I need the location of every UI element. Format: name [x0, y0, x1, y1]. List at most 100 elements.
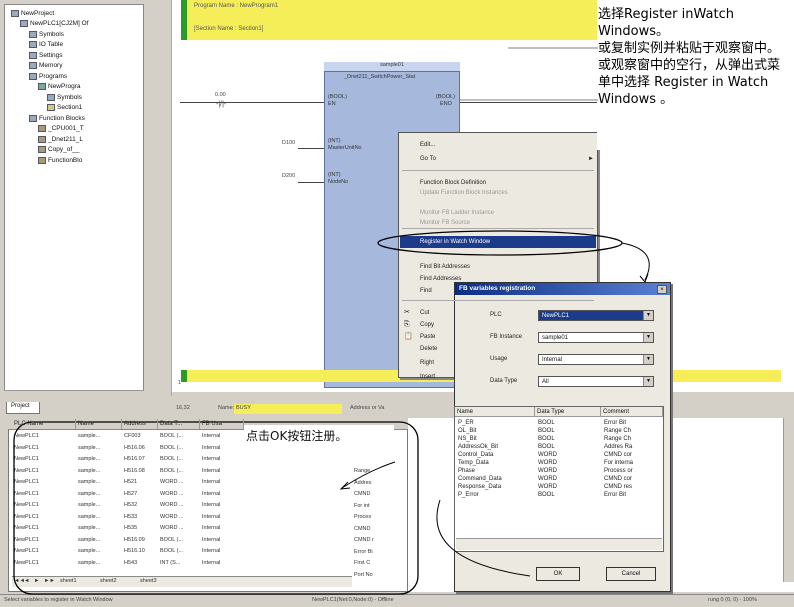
watch-cell[interactable]: NewPLC1 — [14, 547, 39, 555]
watch-cell[interactable]: H516.10 — [124, 547, 145, 555]
watch-cell[interactable]: sample... — [78, 455, 100, 463]
watch-cell[interactable]: NewPLC1 — [14, 478, 39, 486]
watch-cell[interactable]: WORD ... — [160, 501, 184, 509]
sheet-tab[interactable]: sheet1 — [60, 577, 77, 585]
watch-column-header[interactable]: Data T... — [158, 419, 200, 429]
watch-cell[interactable]: Internal — [202, 547, 220, 555]
watch-cell[interactable]: sample... — [78, 547, 100, 555]
list-item-name[interactable]: Temp_Data — [458, 460, 489, 467]
watch-cell[interactable]: WORD ... — [160, 524, 184, 532]
sheet-nav-icon[interactable]: ◄ — [24, 577, 29, 585]
watch-cell[interactable]: NewPLC1 — [14, 490, 39, 498]
watch-cell[interactable]: sample... — [78, 536, 100, 544]
watch-cell[interactable]: H516.07 — [124, 455, 145, 463]
sheet-tab[interactable]: sheet2 — [100, 577, 117, 585]
menu-item[interactable]: Edit... — [420, 140, 435, 150]
list-item-name[interactable]: P_Error — [458, 492, 479, 499]
watch-cell[interactable]: NewPLC1 — [14, 524, 39, 532]
watch-cell[interactable]: CF003 — [124, 432, 141, 440]
watch-cell[interactable]: sample... — [78, 444, 100, 452]
watch-cell[interactable]: BOOL (... — [160, 432, 183, 440]
menu-item[interactable]: Go To — [420, 154, 436, 164]
watch-cell[interactable]: WORD ... — [160, 490, 184, 498]
watch-cell[interactable]: H533 — [124, 513, 137, 521]
menu-separator — [402, 300, 594, 301]
menu-item[interactable]: Function Block Definition — [420, 178, 486, 188]
watch-cell[interactable]: H516.06 — [124, 444, 145, 452]
watch-cell[interactable]: NewPLC1 — [14, 467, 39, 475]
sheet-tab[interactable]: sheet3 — [140, 577, 157, 585]
watch-cell[interactable]: H543 — [124, 559, 137, 567]
list-item-name[interactable]: NS_Bit — [458, 436, 477, 443]
menu-item[interactable]: Insert — [420, 372, 435, 382]
watch-cell[interactable]: sample... — [78, 513, 100, 521]
watch-cell[interactable]: H532 — [124, 501, 137, 509]
watch-cell[interactable]: Internal — [202, 501, 220, 509]
menu-item[interactable]: Paste — [420, 332, 435, 342]
watch-cell[interactable]: BOOL (... — [160, 467, 183, 475]
menu-item[interactable]: Copy — [420, 320, 434, 330]
watch-cell[interactable]: Internal — [202, 432, 220, 440]
watch-cell[interactable]: NewPLC1 — [14, 559, 39, 567]
watch-cell[interactable]: H516.08 — [124, 467, 145, 475]
watch-cell[interactable]: sample... — [78, 559, 100, 567]
menu-item[interactable]: Cut — [420, 308, 429, 318]
list-item-name[interactable]: P_ER — [458, 420, 474, 427]
watch-cell[interactable]: Internal — [202, 467, 220, 475]
list-item-name[interactable]: AddressOk_Bit — [458, 444, 498, 451]
list-item-comment: Range Ch — [604, 436, 632, 442]
list-item-name[interactable]: Control_Data — [458, 452, 493, 459]
watch-cell[interactable]: BOOL (... — [160, 547, 183, 555]
watch-column-header[interactable]: Address — [122, 419, 158, 429]
app-window: NewProject NewPLC1[CJ2M] Of Symbols IO Tabl… — [0, 0, 794, 607]
watch-cell[interactable]: NewPLC1 — [14, 513, 39, 521]
list-item-comment: Range Ch — [604, 428, 632, 434]
watch-cell[interactable]: sample... — [78, 501, 100, 509]
menu-item[interactable]: Delete — [420, 344, 437, 354]
watch-cell[interactable]: Internal — [202, 559, 220, 567]
watch-cell[interactable]: sample... — [78, 490, 100, 498]
watch-comment-cell: Error Bi — [354, 548, 373, 555]
watch-cell[interactable]: WORD ... — [160, 478, 184, 486]
list-item-name[interactable]: OL_Bit — [458, 428, 476, 435]
watch-cell[interactable]: H535 — [124, 524, 137, 532]
menu-item[interactable]: Find Addresses — [420, 274, 461, 284]
watch-cell[interactable]: Internal — [202, 455, 220, 463]
sheet-nav-icon[interactable]: ► — [34, 577, 39, 585]
watch-cell[interactable]: Internal — [202, 536, 220, 544]
list-item-name[interactable]: Response_Data — [458, 484, 501, 491]
watch-cell[interactable]: NewPLC1 — [14, 536, 39, 544]
watch-cell[interactable]: BOOL (... — [160, 444, 183, 452]
watch-cell[interactable]: WORD ... — [160, 513, 184, 521]
watch-cell[interactable]: INT (S... — [160, 559, 180, 567]
watch-column-header[interactable]: Name — [76, 419, 122, 429]
watch-cell[interactable]: sample... — [78, 467, 100, 475]
menu-item: Update Function Block Instances — [420, 190, 508, 196]
watch-cell[interactable]: NewPLC1 — [14, 432, 39, 440]
watch-cell[interactable]: sample... — [78, 432, 100, 440]
menu-item[interactable]: Right — [420, 358, 434, 368]
watch-column-header[interactable]: PLC Name — [12, 419, 76, 429]
watch-cell[interactable]: H527 — [124, 490, 137, 498]
watch-cell[interactable]: Internal — [202, 513, 220, 521]
watch-column-header[interactable]: FB Usa — [200, 419, 244, 429]
watch-cell[interactable]: H521 — [124, 478, 137, 486]
list-item-name[interactable]: Command_Data — [458, 476, 502, 483]
sheet-nav-icon[interactable]: ►► — [44, 577, 55, 585]
list-item-name[interactable]: Phase — [458, 468, 475, 475]
watch-cell[interactable]: H516.09 — [124, 536, 145, 544]
watch-cell[interactable]: Internal — [202, 524, 220, 532]
list-item-comment: CMND cor — [604, 476, 632, 482]
menu-item[interactable]: Find — [420, 286, 432, 296]
menu-item[interactable]: Find Bit Addresses — [420, 262, 470, 272]
watch-cell[interactable]: sample... — [78, 524, 100, 532]
watch-cell[interactable]: NewPLC1 — [14, 501, 39, 509]
watch-cell[interactable]: Internal — [202, 444, 220, 452]
watch-cell[interactable]: BOOL (... — [160, 536, 183, 544]
watch-cell[interactable]: NewPLC1 — [14, 455, 39, 463]
watch-cell[interactable]: BOOL (... — [160, 455, 183, 463]
watch-cell[interactable]: sample... — [78, 478, 100, 486]
watch-cell[interactable]: Internal — [202, 478, 220, 486]
watch-cell[interactable]: Internal — [202, 490, 220, 498]
watch-cell[interactable]: NewPLC1 — [14, 444, 39, 452]
